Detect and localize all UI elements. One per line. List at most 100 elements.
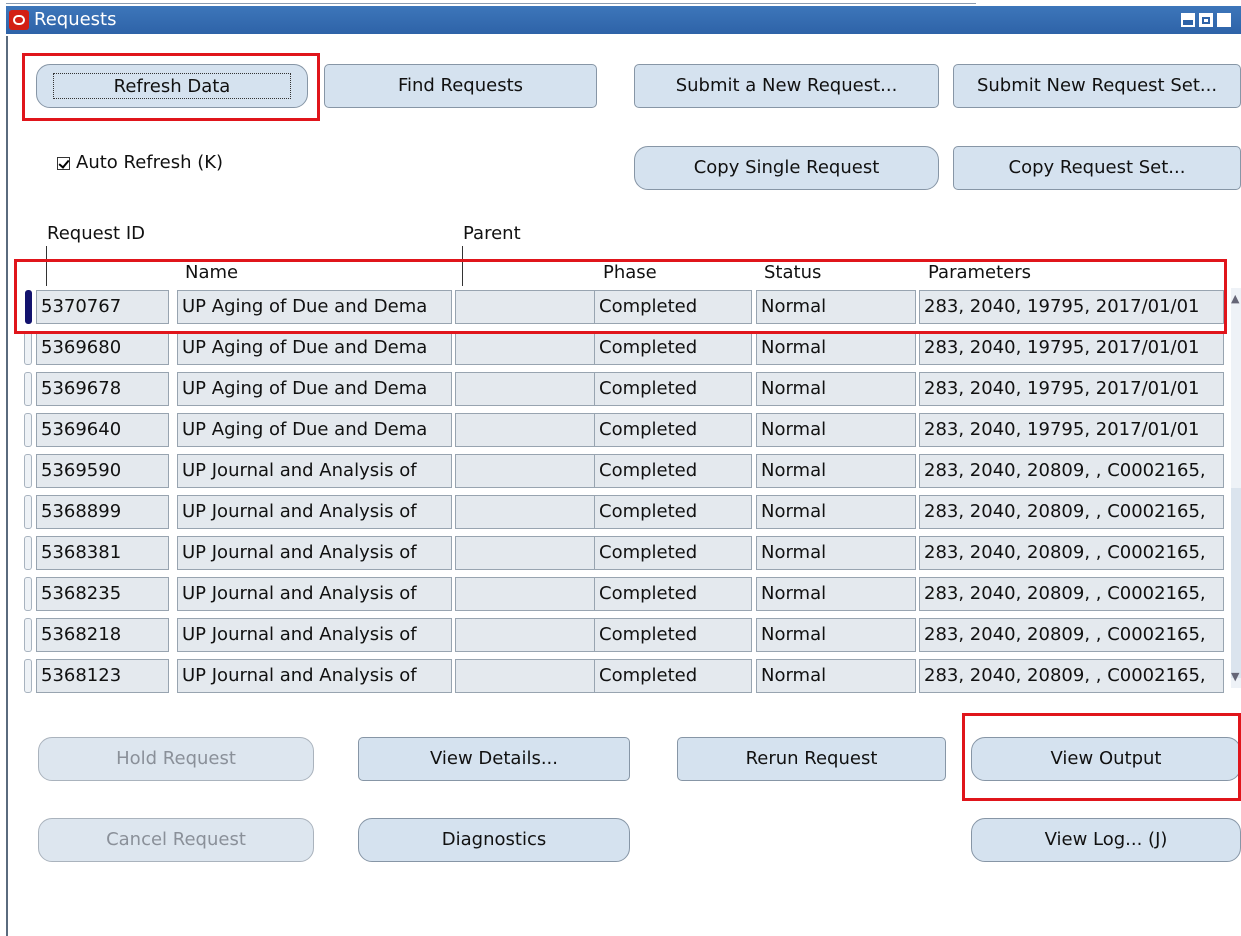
cell-request-id[interactable]: 5368381 <box>36 536 169 570</box>
cell-parameters[interactable]: 283, 2040, 19795, 2017/01/01 <box>919 372 1224 406</box>
cell-parameters[interactable]: 283, 2040, 20809, , C0002165, <box>919 577 1224 611</box>
cell-status[interactable]: Normal <box>756 618 916 652</box>
view-details-button[interactable]: View Details... <box>358 737 630 781</box>
cell-phase[interactable]: Completed <box>594 659 752 693</box>
cell-parent[interactable] <box>455 413 610 447</box>
cell-name[interactable]: UP Aging of Due and Dema <box>177 372 452 406</box>
cell-status[interactable]: Normal <box>756 495 916 529</box>
row-indicator[interactable] <box>24 454 32 488</box>
table-row[interactable]: 5368381 UP Journal and Analysis of Complet… <box>20 534 1232 572</box>
cell-request-id[interactable]: 5368899 <box>36 495 169 529</box>
cell-parameters[interactable]: 283, 2040, 20809, , C0002165, <box>919 454 1224 488</box>
cell-parent[interactable] <box>455 372 610 406</box>
cancel-request-button[interactable]: Cancel Request <box>38 818 314 862</box>
submit-new-request-button[interactable]: Submit a New Request... <box>634 64 939 108</box>
cell-name[interactable]: UP Journal and Analysis of <box>177 536 452 570</box>
cell-request-id[interactable]: 5368235 <box>36 577 169 611</box>
cell-request-id[interactable]: 5369680 <box>36 331 169 365</box>
row-indicator[interactable] <box>24 577 32 611</box>
cell-phase[interactable]: Completed <box>594 290 752 324</box>
table-row[interactable]: 5369680 UP Aging of Due and Dema Completed… <box>20 329 1232 367</box>
cell-name[interactable]: UP Aging of Due and Dema <box>177 331 452 365</box>
cell-parameters[interactable]: 283, 2040, 20809, , C0002165, <box>919 536 1224 570</box>
cell-status[interactable]: Normal <box>756 413 916 447</box>
cell-name[interactable]: UP Journal and Analysis of <box>177 618 452 652</box>
submit-new-request-set-button[interactable]: Submit New Request Set... <box>953 64 1241 108</box>
row-indicator[interactable] <box>25 290 32 324</box>
refresh-data-button[interactable]: Refresh Data <box>36 64 308 108</box>
copy-single-request-button[interactable]: Copy Single Request <box>634 146 939 190</box>
table-row[interactable]: 5368899 UP Journal and Analysis of Complet… <box>20 493 1232 531</box>
cell-phase[interactable]: Completed <box>594 536 752 570</box>
row-indicator[interactable] <box>24 413 32 447</box>
scroll-up-icon[interactable]: ▲ <box>1231 292 1239 305</box>
window-titlebar[interactable]: Requests <box>6 6 1241 34</box>
cell-request-id[interactable]: 5369678 <box>36 372 169 406</box>
cell-request-id[interactable]: 5369640 <box>36 413 169 447</box>
cell-status[interactable]: Normal <box>756 372 916 406</box>
cell-parameters[interactable]: 283, 2040, 19795, 2017/01/01 <box>919 290 1224 324</box>
cell-parent[interactable] <box>455 290 610 324</box>
cell-status[interactable]: Normal <box>756 454 916 488</box>
cell-request-id[interactable]: 5369590 <box>36 454 169 488</box>
view-output-button[interactable]: View Output <box>971 737 1241 781</box>
find-requests-button[interactable]: Find Requests <box>324 64 597 108</box>
cell-name[interactable]: UP Journal and Analysis of <box>177 577 452 611</box>
cell-request-id[interactable]: 5368123 <box>36 659 169 693</box>
cell-status[interactable]: Normal <box>756 659 916 693</box>
cell-phase[interactable]: Completed <box>594 331 752 365</box>
copy-request-set-button[interactable]: Copy Request Set... <box>953 146 1241 190</box>
row-indicator[interactable] <box>24 618 32 652</box>
cell-name[interactable]: UP Journal and Analysis of <box>177 454 452 488</box>
cell-parameters[interactable]: 283, 2040, 19795, 2017/01/01 <box>919 413 1224 447</box>
cell-parameters[interactable]: 283, 2040, 20809, , C0002165, <box>919 495 1224 529</box>
table-row[interactable]: 5368235 UP Journal and Analysis of Complet… <box>20 575 1232 613</box>
table-row[interactable]: 5369678 UP Aging of Due and Dema Completed… <box>20 370 1232 408</box>
cell-phase[interactable]: Completed <box>594 618 752 652</box>
rerun-request-button[interactable]: Rerun Request <box>677 737 946 781</box>
cell-parent[interactable] <box>455 454 610 488</box>
view-log-button[interactable]: View Log... (J) <box>971 818 1241 862</box>
row-indicator[interactable] <box>24 659 32 693</box>
table-row[interactable]: 5370767 UP Aging of Due and Dema Completed… <box>20 288 1232 326</box>
cell-status[interactable]: Normal <box>756 331 916 365</box>
auto-refresh-checkbox[interactable] <box>57 157 70 170</box>
cell-parent[interactable] <box>455 618 610 652</box>
cell-parameters[interactable]: 283, 2040, 20809, , C0002165, <box>919 618 1224 652</box>
minimize-icon[interactable] <box>1181 13 1195 27</box>
row-indicator[interactable] <box>24 331 32 365</box>
cell-parent[interactable] <box>455 331 610 365</box>
cell-name[interactable]: UP Aging of Due and Dema <box>177 413 452 447</box>
cell-phase[interactable]: Completed <box>594 577 752 611</box>
row-indicator[interactable] <box>24 536 32 570</box>
cell-parent[interactable] <box>455 495 610 529</box>
diagnostics-button[interactable]: Diagnostics <box>358 818 630 862</box>
cell-name[interactable]: UP Journal and Analysis of <box>177 659 452 693</box>
cell-phase[interactable]: Completed <box>594 372 752 406</box>
table-row[interactable]: 5369590 UP Journal and Analysis of Complet… <box>20 452 1232 490</box>
cell-name[interactable]: UP Journal and Analysis of <box>177 495 452 529</box>
table-row[interactable]: 5368218 UP Journal and Analysis of Complet… <box>20 616 1232 654</box>
cell-status[interactable]: Normal <box>756 577 916 611</box>
cell-parent[interactable] <box>455 577 610 611</box>
cell-status[interactable]: Normal <box>756 290 916 324</box>
cell-request-id[interactable]: 5370767 <box>36 290 169 324</box>
cell-phase[interactable]: Completed <box>594 454 752 488</box>
row-indicator[interactable] <box>24 495 32 529</box>
close-icon[interactable] <box>1217 13 1231 27</box>
cell-request-id[interactable]: 5368218 <box>36 618 169 652</box>
cell-parent[interactable] <box>455 659 610 693</box>
row-indicator[interactable] <box>24 372 32 406</box>
cell-phase[interactable]: Completed <box>594 413 752 447</box>
cell-phase[interactable]: Completed <box>594 495 752 529</box>
scroll-down-icon[interactable]: ▼ <box>1231 670 1239 683</box>
cell-name[interactable]: UP Aging of Due and Dema <box>177 290 452 324</box>
table-row[interactable]: 5368123 UP Journal and Analysis of Complet… <box>20 657 1232 695</box>
table-row[interactable]: 5369640 UP Aging of Due and Dema Completed… <box>20 411 1232 449</box>
scrollbar-thumb[interactable] <box>1231 488 1241 678</box>
cell-parent[interactable] <box>455 536 610 570</box>
cell-parameters[interactable]: 283, 2040, 20809, , C0002165, <box>919 659 1224 693</box>
maximize-icon[interactable] <box>1199 13 1213 27</box>
hold-request-button[interactable]: Hold Request <box>38 737 314 781</box>
cell-parameters[interactable]: 283, 2040, 19795, 2017/01/01 <box>919 331 1224 365</box>
